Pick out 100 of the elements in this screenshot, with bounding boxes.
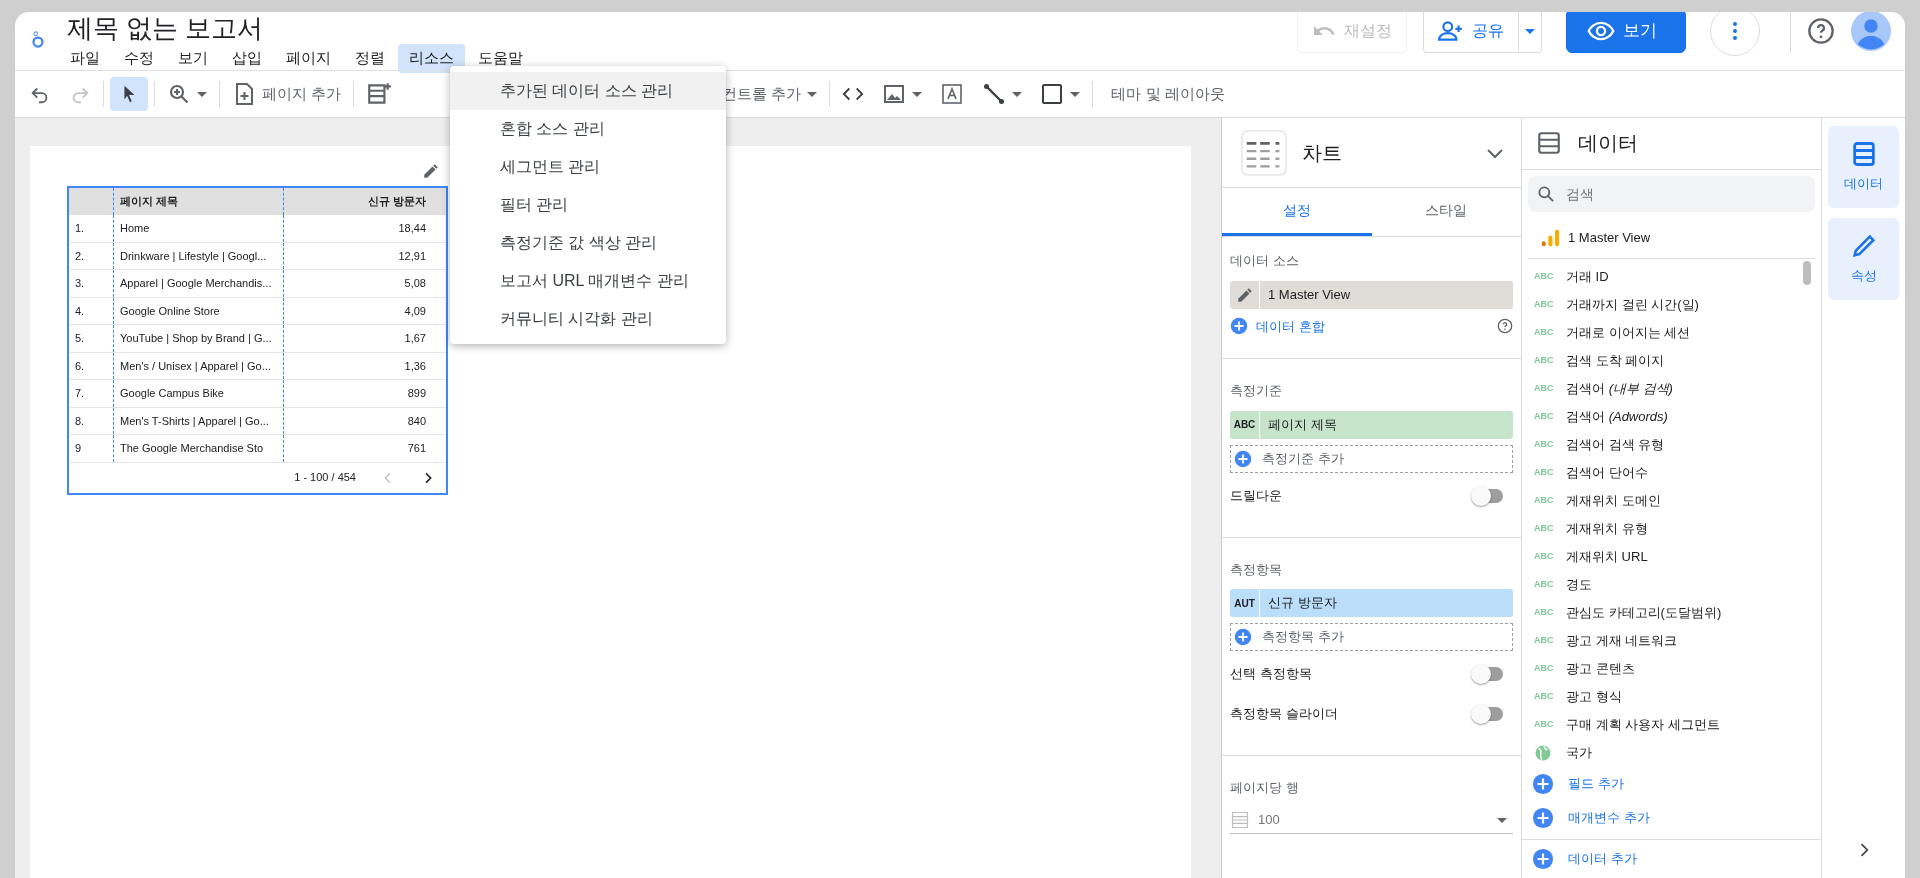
field-type-label: ABC — [1534, 494, 1552, 508]
menu-option[interactable]: 필터 관리 — [450, 186, 726, 224]
blend-data-link[interactable]: 데이터 혼합 — [1256, 316, 1325, 336]
add-icon — [1230, 317, 1248, 336]
pencil-icon[interactable] — [422, 162, 440, 180]
add-icon — [1234, 449, 1252, 468]
menu-item[interactable]: 삽입 — [221, 44, 273, 73]
help-icon[interactable] — [1807, 17, 1835, 45]
menu-item[interactable]: 파일 — [59, 44, 111, 73]
toggle-label: 드릴다운 — [1230, 486, 1282, 505]
pagination-text: 1 - 100 / 454 — [294, 470, 356, 486]
add-metric-button[interactable]: 측정항목 추가 — [1230, 623, 1513, 651]
theme-layout-button[interactable]: 테마 및 레이아웃 — [1099, 78, 1231, 110]
field-type-label: ABC — [1534, 298, 1552, 312]
add-dimension-button[interactable]: 측정기준 추가 — [1230, 444, 1513, 473]
tab[interactable]: 스타일 — [1371, 188, 1521, 236]
add-page-button[interactable]: 페이지 추가 — [226, 78, 348, 110]
table-cell-text: 18,44 — [398, 221, 426, 236]
menu-item[interactable]: 정렬 — [344, 44, 396, 73]
tab[interactable]: 설정 — [1222, 188, 1372, 236]
properties-panel-button[interactable]: 속성 — [1828, 218, 1899, 300]
menu-option[interactable]: 커뮤니티 시각화 관리 — [450, 300, 726, 338]
toggle-label: 측정항목 슬라이더 — [1230, 705, 1338, 724]
table-cell-text: 1,36 — [404, 358, 426, 374]
menu-item[interactable]: 수정 — [113, 44, 165, 73]
dimension-chip[interactable]: ABC 페이지 제목 — [1230, 410, 1513, 439]
field-name[interactable]: 검색 도착 페이지 — [1566, 351, 1665, 371]
field-name[interactable]: 광고 형식 — [1566, 687, 1622, 707]
field-name[interactable]: 경도 — [1566, 575, 1592, 595]
rows-per-page-select[interactable]: 100 — [1230, 807, 1513, 834]
field-name[interactable]: 관심도 카테고리(도달범위) — [1566, 603, 1722, 623]
share-button[interactable]: 공유 — [1423, 12, 1519, 53]
menu-option[interactable]: 추가된 데이터 소스 관리 — [450, 72, 726, 110]
menu-option[interactable]: 보고서 URL 매개변수 관리 — [450, 262, 726, 300]
field-name[interactable]: 거래까지 걸린 시간(일) — [1566, 295, 1699, 315]
table-add-icon — [366, 81, 393, 107]
table-chart[interactable] — [67, 186, 448, 495]
select-button[interactable] — [110, 77, 148, 111]
add-icon — [1532, 807, 1554, 829]
field-type-label: ABC — [1534, 466, 1552, 480]
data-list-icon — [1536, 130, 1562, 157]
row-number: 6. — [74, 358, 86, 374]
data-panel-button[interactable]: 데이터 — [1828, 126, 1899, 208]
table-cell-text: The Google Merchandise Sto — [120, 441, 264, 456]
panel-title: 데이터 — [1578, 131, 1638, 157]
metric-chip[interactable]: AUT 신규 방문자 — [1230, 589, 1513, 617]
section-label: 측정기준 — [1230, 382, 1283, 400]
field-type-label: ABC — [1534, 550, 1552, 564]
menu-item[interactable]: 리소스 — [398, 44, 465, 73]
data-source-chip[interactable]: 1 Master View — [1230, 280, 1513, 309]
field-name[interactable]: 게재위치 URL — [1566, 547, 1648, 567]
field-type-label: ABC — [1534, 354, 1552, 368]
menu-option[interactable]: 측정기준 값 색상 관리 — [450, 224, 726, 262]
image-icon — [882, 82, 907, 106]
field-name[interactable]: 구매 계획 사용자 세그먼트 — [1566, 715, 1720, 735]
table-cell-text: 4,09 — [404, 303, 426, 319]
field-name[interactable]: 광고 게재 네트워크 — [1566, 631, 1678, 651]
help-icon[interactable] — [1497, 318, 1513, 335]
field-name[interactable]: 게재위치 유형 — [1566, 519, 1648, 539]
field-type-label: ABC — [1534, 438, 1552, 452]
field-name[interactable]: 검색어 단어수 — [1566, 463, 1648, 483]
field-name[interactable]: 거래 ID — [1566, 267, 1609, 287]
field-name[interactable]: 국가 — [1566, 743, 1592, 763]
add-data-button[interactable]: 데이터 추가 — [1522, 839, 1821, 878]
field-name[interactable]: 검색어 검색 유형 — [1566, 435, 1665, 455]
field-name[interactable]: 거래로 이어지는 세션 — [1566, 323, 1691, 343]
field-name[interactable]: 게재위치 도메인 — [1566, 491, 1661, 511]
column-header[interactable]: 신규 방문자 — [283, 188, 446, 215]
field-name[interactable]: 검색어 (내부 검색) — [1566, 379, 1673, 399]
menu-item[interactable]: 페이지 — [275, 44, 342, 73]
table-cell-text: Apparel | Google Merchandis... — [120, 276, 272, 291]
add-parameter-button[interactable]: 매개변수 추가 — [1522, 801, 1821, 835]
scrollbar[interactable] — [1803, 261, 1811, 285]
caret-icon — [197, 91, 207, 97]
table-cell-text: Google Campus Bike — [120, 386, 224, 401]
line-icon — [982, 82, 1007, 106]
section-label: 측정항목 — [1230, 560, 1283, 579]
menu-item[interactable]: 도움말 — [467, 44, 534, 73]
field-name[interactable]: 검색어 (Adwords) — [1566, 407, 1668, 427]
add-field-button[interactable]: 필드 추가 — [1522, 767, 1821, 801]
field-name[interactable]: 광고 콘텐츠 — [1566, 659, 1635, 679]
row-number: 8. — [74, 413, 86, 429]
table-cell-text: 899 — [407, 386, 426, 401]
add-icon — [1532, 773, 1554, 795]
menu-option[interactable]: 혼합 소스 관리 — [450, 110, 726, 148]
view-button[interactable]: 보기 — [1566, 12, 1686, 53]
more-icon — [1733, 22, 1737, 40]
bar-chart-icon — [1540, 227, 1560, 248]
menu-item[interactable]: 보기 — [167, 44, 219, 73]
row-number: 9 — [74, 441, 83, 456]
table-cell-text: 12,91 — [398, 248, 426, 264]
avatar-icon[interactable] — [1851, 12, 1891, 51]
column-header[interactable]: 페이지 제목 — [113, 188, 283, 215]
table-cell-text: Home — [120, 221, 150, 236]
menu-option[interactable]: 세그먼트 관리 — [450, 148, 726, 186]
share-menu-button[interactable] — [1519, 12, 1542, 53]
add-icon — [1532, 848, 1554, 870]
field-type-label: ABC — [1534, 410, 1552, 424]
table-cell-text: YouTube | Shop by Brand | G... — [120, 331, 272, 346]
globe-icon — [1534, 744, 1552, 762]
